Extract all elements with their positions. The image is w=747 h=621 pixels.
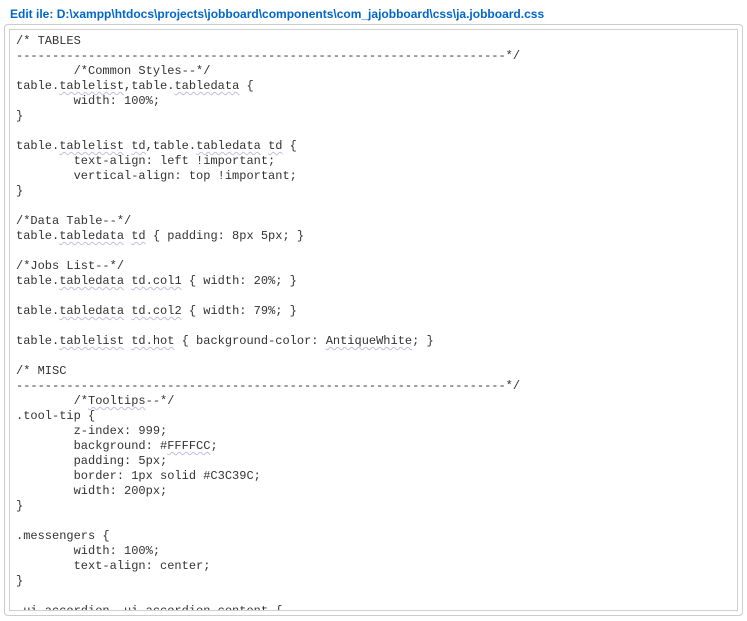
css-editor-textarea[interactable]: /* TABLES ------------------------------… <box>10 30 737 610</box>
title-filepath: D:\xampp\htdocs\projects\jobboard\compon… <box>57 7 544 21</box>
code-box: /* TABLES ------------------------------… <box>9 29 738 611</box>
title-label: Edit ile: <box>10 7 53 21</box>
editor-title: Edit ile: D:\xampp\htdocs\projects\jobbo… <box>4 4 743 24</box>
editor-panel: /* TABLES ------------------------------… <box>4 24 743 616</box>
